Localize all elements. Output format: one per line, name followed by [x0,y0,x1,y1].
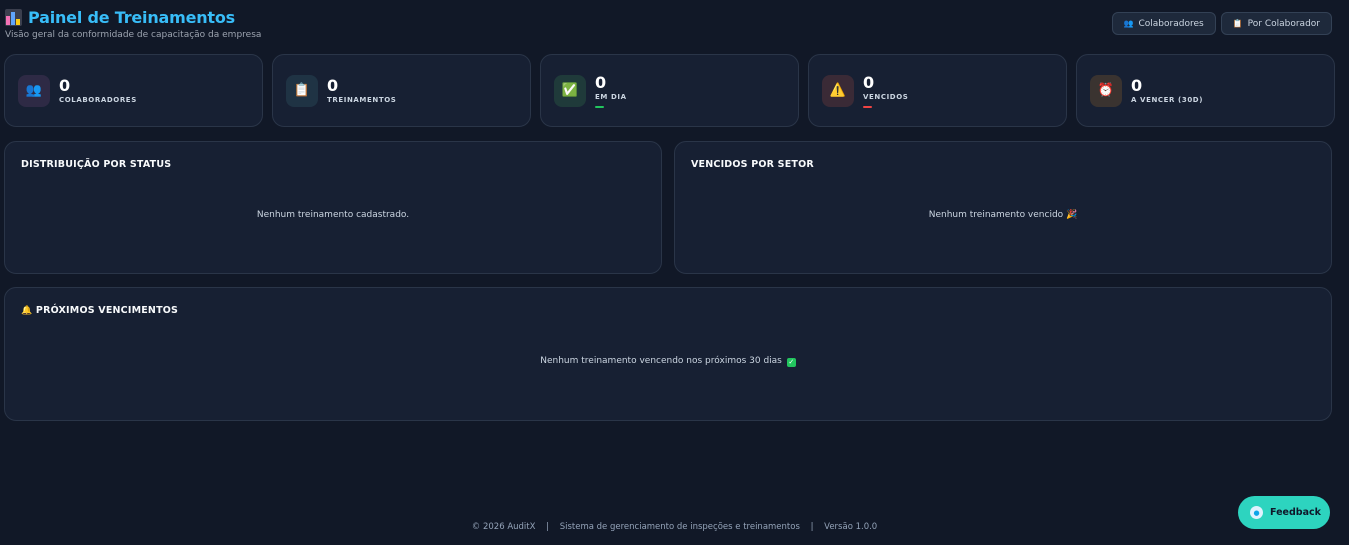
alarm-clock-icon: ⏰ [1090,74,1122,107]
stat-text: 0 COLABORADORES [59,77,137,104]
stat-text: 0 VENCIDOS [863,74,908,108]
overdue-by-sector-panel: VENCIDOS POR SETOR Nenhum treinamento ve… [674,141,1332,274]
panel-title: DISTRIBUIÇÃO POR STATUS [21,159,172,170]
colaboradores-button[interactable]: 👥 Colaboradores [1111,12,1216,35]
panel-title: VENCIDOS POR SETOR [691,159,814,170]
empty-message: Nenhum treinamento vencido 🎉 [928,210,1078,220]
footer-separator: | [546,522,550,532]
people-icon: 👥 [1123,19,1134,28]
stat-label: A VENCER (30D) [1131,96,1204,104]
top-actions: 👥 Colaboradores 📋 Por Colaborador [1111,12,1332,35]
empty-message-text: Nenhum treinamento vencendo nos próximos… [540,356,782,366]
clipboard-icon: 📋 [286,74,318,107]
check-icon: ✓ [786,358,796,367]
stat-value: 0 [327,76,339,95]
stat-label: VENCIDOS [863,92,909,101]
por-colaborador-button[interactable]: 📋 Por Colaborador [1220,12,1332,35]
stat-value: 0 [863,72,875,92]
stat-text: 0 TREINAMENTOS [327,77,396,104]
chat-bubble-icon: ● [1250,506,1263,519]
warning-icon: ⚠️ [822,74,854,107]
stat-value: 0 [59,76,71,95]
footer: © 2026 AuditX | Sistema de gerenciamento… [0,522,1349,532]
panel-title-text: PRÓXIMOS VENCIMENTOS [35,305,179,316]
stat-bar [863,105,872,108]
stat-card-colaboradores: 👥 0 COLABORADORES [4,54,263,127]
bar-chart-icon [5,9,22,26]
empty-message: Nenhum treinamento cadastrado. [256,210,410,220]
footer-version: Versão 1.0.0 [824,522,878,532]
panel-title: 🔔 PRÓXIMOS VENCIMENTOS [21,305,178,316]
stat-label: EM DIA [595,92,627,101]
stat-text: 0 A VENCER (30D) [1131,77,1203,104]
stats-row: 👥 0 COLABORADORES 📋 0 TREINAMENTOS ✅ 0 E… [4,54,1335,127]
stat-card-treinamentos: 📋 0 TREINAMENTOS [272,54,531,127]
page-subtitle: Visão geral da conformidade de capacitaç… [5,30,262,40]
stat-label: COLABORADORES [59,96,137,104]
stat-value: 0 [595,72,607,92]
page-header: Painel de Treinamentos Visão geral da co… [5,8,261,40]
stat-value: 0 [1131,76,1143,95]
empty-message: Nenhum treinamento vencendo nos próximos… [5,356,1331,367]
por-colaborador-button-label: Por Colaborador [1247,18,1320,29]
stat-card-vencidos: ⚠️ 0 VENCIDOS [808,54,1067,127]
training-dashboard: Painel de Treinamentos Visão geral da co… [0,0,1349,545]
bell-icon: 🔔 [21,306,33,316]
title-row: Painel de Treinamentos [5,8,261,27]
stat-text: 0 EM DIA [595,74,627,108]
stat-card-a-vencer: ⏰ 0 A VENCER (30D) [1076,54,1335,127]
status-distribution-panel: DISTRIBUIÇÃO POR STATUS Nenhum treinamen… [4,141,662,274]
feedback-label: Feedback [1270,507,1321,518]
stat-bar [595,105,604,108]
stat-card-em-dia: ✅ 0 EM DIA [540,54,799,127]
colaboradores-button-label: Colaboradores [1138,18,1204,29]
clipboard-icon: 📋 [1232,19,1243,28]
footer-separator: | [810,522,814,532]
check-icon: ✅ [554,74,586,107]
footer-copyright: © 2026 AuditX [471,522,536,532]
upcoming-expirations-panel: 🔔 PRÓXIMOS VENCIMENTOS Nenhum treinament… [4,287,1332,421]
people-icon: 👥 [18,74,50,107]
stat-label: TREINAMENTOS [327,96,397,104]
feedback-button[interactable]: ● Feedback [1238,496,1330,529]
footer-system: Sistema de gerenciamento de inspeções e … [559,522,800,532]
page-title: Painel de Treinamentos [28,8,235,27]
